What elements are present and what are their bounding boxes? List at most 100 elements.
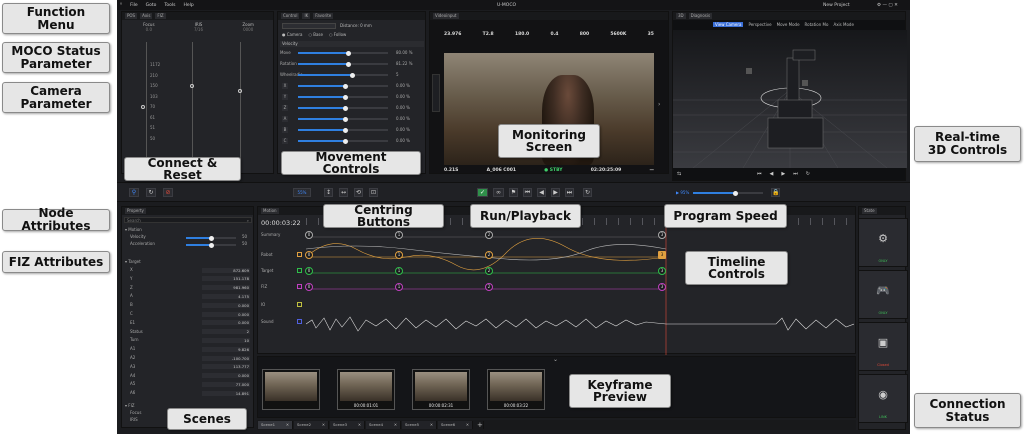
keyframe-node[interactable]: 3 [658, 231, 666, 239]
keyframe-node[interactable]: 3 [658, 283, 666, 291]
last-button[interactable]: ⏭ [565, 188, 574, 197]
chevron-right-icon[interactable]: › [658, 102, 660, 108]
movement-slider-8[interactable] [298, 138, 388, 144]
zoom-track[interactable] [240, 42, 241, 162]
view3d-loop-icon[interactable]: ↻ [806, 171, 810, 177]
velocity-slider[interactable] [186, 235, 236, 241]
track-color-swatch-4[interactable] [297, 302, 302, 307]
monitor-left-tools[interactable] [432, 74, 440, 112]
scene-tab-5[interactable]: Scene5 ✕ [402, 421, 437, 429]
target-value-3[interactable]: 4.175 [202, 293, 250, 299]
tab-fiz[interactable]: FIZ [155, 13, 166, 19]
iris-track[interactable] [192, 42, 193, 162]
movement-slider-6[interactable] [298, 116, 388, 122]
tab-ik[interactable]: IK [302, 13, 311, 19]
tool-move-mode[interactable]: Move Mode [777, 22, 800, 27]
iris-knob[interactable] [190, 84, 194, 88]
status-card-gamepad[interactable]: 🎮 ONLY [858, 270, 908, 319]
tab-videoinput[interactable]: Videoinput [433, 13, 459, 19]
target-value-10[interactable]: -100.700 [202, 355, 250, 361]
tab-pos[interactable]: POS [125, 13, 138, 19]
keyframe-node[interactable]: 2 [485, 251, 493, 259]
close-icon[interactable]: ✕ [322, 421, 325, 429]
movement-slider-7[interactable] [298, 127, 388, 133]
target-value-14[interactable]: 14.891 [202, 390, 250, 396]
property-search[interactable]: Search ⌕ [124, 217, 252, 223]
target-value-11[interactable]: 113.777 [202, 364, 250, 370]
speed-left-button[interactable]: 55% [293, 188, 311, 197]
view3d-play-icon[interactable]: ▶ [781, 171, 785, 177]
view3d-first-icon[interactable]: ⏮ [757, 171, 762, 177]
keyframe-node[interactable]: 2 [485, 283, 493, 291]
keyframe-node[interactable]: 1 [395, 283, 403, 291]
keyframe-node[interactable]: 0 [305, 283, 313, 291]
menu-file[interactable]: File [130, 3, 138, 8]
movement-slider-2[interactable] [298, 72, 388, 78]
scene-tab-1[interactable]: Scene1 ✕ [258, 421, 293, 429]
project-name[interactable]: New Project [823, 3, 850, 8]
movement-slider-1[interactable] [298, 61, 388, 67]
centre-frame-button[interactable]: ⊡ [369, 188, 378, 197]
status-card-camera[interactable]: ▣ Closed [858, 322, 908, 371]
tab-state[interactable]: State [862, 208, 877, 214]
prev-button[interactable]: ◀ [537, 188, 546, 197]
target-value-7[interactable]: 2 [202, 329, 250, 335]
keyframe-node[interactable]: 2 [485, 267, 493, 275]
program-speed-slider[interactable] [693, 190, 763, 196]
repeat-button[interactable]: ↻ [583, 188, 592, 197]
chevron-down-icon[interactable]: ⌄ [553, 357, 558, 363]
add-scene-button[interactable]: + [474, 421, 484, 429]
radio-follow[interactable]: ○ Follow [329, 32, 346, 37]
tool-axis-mode[interactable]: Axis Mode [833, 22, 853, 27]
first-button[interactable]: ⏮ [523, 188, 532, 197]
tab-3d[interactable]: 3D [676, 13, 686, 19]
tool-rotation-mode[interactable]: Rotation Mo [805, 22, 829, 27]
view3d-settings-icon[interactable]: ⇆ [677, 171, 681, 177]
target-value-1[interactable]: 151.178 [202, 276, 250, 282]
tab-diagnosis[interactable]: Diagnosis [688, 13, 713, 19]
close-icon[interactable]: ✕ [430, 421, 433, 429]
close-icon[interactable]: ✕ [394, 421, 397, 429]
target-value-12[interactable]: 0.000 [202, 373, 250, 379]
keyframe-node[interactable]: 1 [395, 267, 403, 275]
centre-rotate-button[interactable]: ⟲ [354, 188, 363, 197]
close-icon[interactable]: ✕ [286, 421, 289, 429]
play-button[interactable]: ▶ [551, 188, 560, 197]
tab-property[interactable]: Property [125, 208, 146, 214]
target-value-5[interactable]: 0.000 [202, 311, 250, 317]
menu-tools[interactable]: Tools [164, 3, 175, 8]
keyframe-node[interactable]: 0 [305, 267, 313, 275]
keyframe-node[interactable]: 3 [658, 251, 666, 259]
movement-slider-3[interactable] [298, 83, 388, 89]
scene-tab-3[interactable]: Scene3 ✕ [330, 421, 365, 429]
tab-motion[interactable]: Motion [261, 208, 279, 214]
radio-base[interactable]: ○ Base [308, 32, 323, 37]
menu-help[interactable]: Help [183, 3, 193, 8]
centre-horizontal-button[interactable]: ↔ [339, 188, 348, 197]
target-value-9[interactable]: 9.826 [202, 346, 250, 352]
marker-button[interactable]: ⚑ [509, 188, 518, 197]
target-header[interactable]: ▾ Target [125, 259, 141, 265]
keyframe-node[interactable]: 1 [395, 231, 403, 239]
target-value-4[interactable]: 0.000 [202, 302, 250, 308]
scene-tab-6[interactable]: Scene6 ✕ [438, 421, 473, 429]
target-value-2[interactable]: 981.960 [202, 285, 250, 291]
keyframe-node[interactable]: 1 [395, 251, 403, 259]
tab-control[interactable]: Control [281, 13, 300, 19]
track-color-swatch-3[interactable] [297, 284, 302, 289]
movement-slider-4[interactable] [298, 94, 388, 100]
speed-lock-button[interactable]: 🔒 [771, 188, 780, 197]
fiz-header[interactable]: ▾ FIZ [125, 403, 135, 409]
target-value-13[interactable]: 77.000 [202, 381, 250, 387]
focus-track[interactable] [146, 42, 147, 162]
window-controls-icon[interactable]: ⚙ — ▢ ✕ [877, 3, 898, 8]
zoom-knob[interactable] [238, 89, 242, 93]
movement-slider-5[interactable] [298, 105, 388, 111]
tool-perspective[interactable]: Perspective [748, 22, 771, 27]
connect-button[interactable]: ⚲ [129, 188, 139, 197]
refresh-button[interactable]: ↻ [146, 188, 156, 197]
mode-dropdown[interactable] [282, 23, 336, 29]
tool-view-camera[interactable]: View Camera [713, 22, 744, 27]
keyframe-thumb-3[interactable]: 00:00:02:31 [412, 369, 470, 410]
target-value-0[interactable]: 872.609 [202, 267, 250, 273]
